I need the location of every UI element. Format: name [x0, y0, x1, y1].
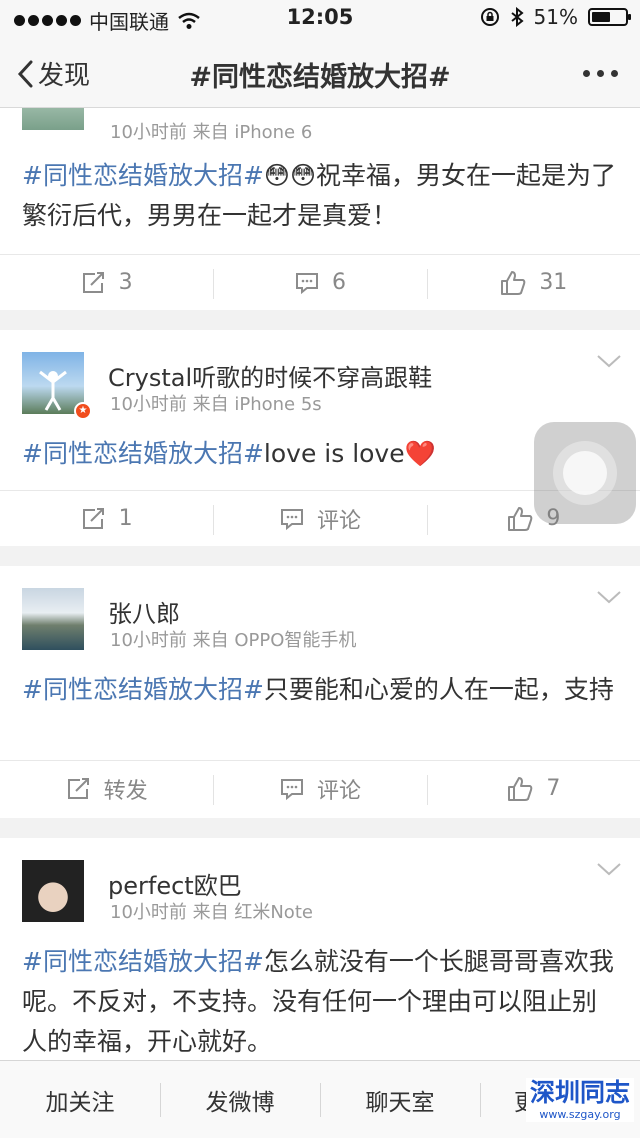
- like-icon: [508, 506, 533, 531]
- post-hashtag[interactable]: #同性恋结婚放大招#: [22, 675, 264, 704]
- avatar[interactable]: [22, 588, 84, 650]
- like-icon: [501, 270, 526, 295]
- like-count: 7: [546, 776, 561, 801]
- post-text: #同性恋结婚放大招#怎么就没有一个长腿哥哥喜欢我呢。不反对，不支持。没有任何一个…: [22, 942, 618, 1060]
- post-body: love is love❤️: [263, 439, 436, 468]
- watermark-url: www.szgay.org: [525, 1108, 634, 1122]
- repost-label: 转发: [103, 778, 148, 804]
- repost-count: 3: [118, 270, 133, 295]
- dropdown-chevron-icon[interactable]: [596, 354, 622, 368]
- like-icon: [508, 776, 533, 801]
- avatar[interactable]: [22, 860, 84, 922]
- post-hashtag[interactable]: #同性恋结婚放大招#: [22, 439, 264, 468]
- more-dots-icon[interactable]: [583, 70, 618, 77]
- repost-button[interactable]: 3: [0, 255, 213, 310]
- watermark-name: 深圳同志: [525, 1078, 634, 1108]
- repost-button[interactable]: 1: [0, 491, 213, 546]
- post-meta: 10小时前 来自 iPhone 5s: [110, 394, 322, 415]
- watermark: 深圳同志 www.szgay.org: [525, 1078, 634, 1122]
- like-count: 31: [539, 270, 568, 295]
- tab-follow[interactable]: 加关注: [0, 1061, 160, 1138]
- comment-label: 评论: [316, 778, 361, 804]
- battery-percent: 51%: [533, 5, 578, 29]
- dropdown-chevron-icon[interactable]: [596, 590, 622, 604]
- comment-button[interactable]: 评论: [213, 761, 426, 816]
- repost-icon: [67, 777, 89, 799]
- avatar[interactable]: [22, 352, 84, 414]
- post-card: perfect欧巴 10小时前 来自 红米Note #同性恋结婚放大招#怎么就没…: [0, 838, 640, 1060]
- post-text: #同性恋结婚放大招#只要能和心爱的人在一起，支持: [22, 670, 618, 710]
- nav-bar: 发现 #同性恋结婚放大招#: [0, 38, 640, 108]
- bluetooth-icon: [510, 7, 524, 27]
- action-bar: 转发 评论 7: [0, 760, 640, 816]
- repost-icon: [82, 271, 104, 293]
- tab-post[interactable]: 发微博: [160, 1061, 320, 1138]
- post-meta: 10小时前 来自 iPhone 6: [110, 122, 313, 143]
- battery-icon: [588, 8, 631, 26]
- post-meta: 10小时前 来自 红米Note: [110, 902, 313, 923]
- comment-count: 6: [331, 270, 346, 295]
- comment-icon: [280, 508, 303, 530]
- repost-icon: [82, 507, 104, 529]
- vip-badge-icon: ★: [74, 402, 92, 420]
- like-button[interactable]: 31: [426, 255, 640, 310]
- like-button[interactable]: 7: [426, 761, 640, 816]
- post-body: 只要能和心爱的人在一起，支持: [263, 675, 614, 704]
- comment-label: 评论: [316, 508, 361, 534]
- username[interactable]: Crystal听歌的时候不穿高跟鞋: [108, 358, 432, 393]
- post-text: #同性恋结婚放大招#love is love❤️: [22, 434, 618, 474]
- comment-icon: [295, 272, 318, 294]
- lock-rotation-icon: [480, 8, 499, 26]
- page-title: #同性恋结婚放大招#: [189, 62, 451, 93]
- comment-button[interactable]: 评论: [213, 491, 426, 546]
- person-figure-icon: [39, 370, 67, 411]
- comment-icon: [280, 778, 303, 800]
- feed: 10小时前 来自 iPhone 6 #同性恋结婚放大招#😳😳祝幸福，男女在一起是…: [0, 108, 640, 1060]
- username[interactable]: 张八郎: [108, 594, 180, 629]
- repost-button[interactable]: 转发: [0, 761, 213, 816]
- assistive-touch-button[interactable]: [534, 422, 636, 524]
- status-bar: 中国联通 12:05 51%: [0, 0, 640, 38]
- post-card: 10小时前 来自 iPhone 6 #同性恋结婚放大招#😳😳祝幸福，男女在一起是…: [0, 108, 640, 310]
- repost-count: 1: [118, 506, 133, 531]
- username[interactable]: perfect欧巴: [108, 866, 242, 901]
- post-card: 张八郎 10小时前 来自 OPPO智能手机 #同性恋结婚放大招#只要能和心爱的人…: [0, 566, 640, 818]
- comment-button[interactable]: 6: [213, 255, 426, 310]
- tab-chatroom[interactable]: 聊天室: [320, 1061, 480, 1138]
- action-bar: 3 6 31: [0, 254, 640, 310]
- post-meta: 10小时前 来自 OPPO智能手机: [110, 630, 357, 651]
- status-right: 51%: [480, 5, 631, 29]
- post-hashtag[interactable]: #同性恋结婚放大招#: [22, 947, 264, 976]
- post-hashtag[interactable]: #同性恋结婚放大招#: [22, 161, 264, 190]
- post-text: #同性恋结婚放大招#😳😳祝幸福，男女在一起是为了繁衍后代，男男在一起才是真爱！: [22, 156, 618, 236]
- avatar[interactable]: [22, 108, 84, 130]
- dropdown-chevron-icon[interactable]: [596, 862, 622, 876]
